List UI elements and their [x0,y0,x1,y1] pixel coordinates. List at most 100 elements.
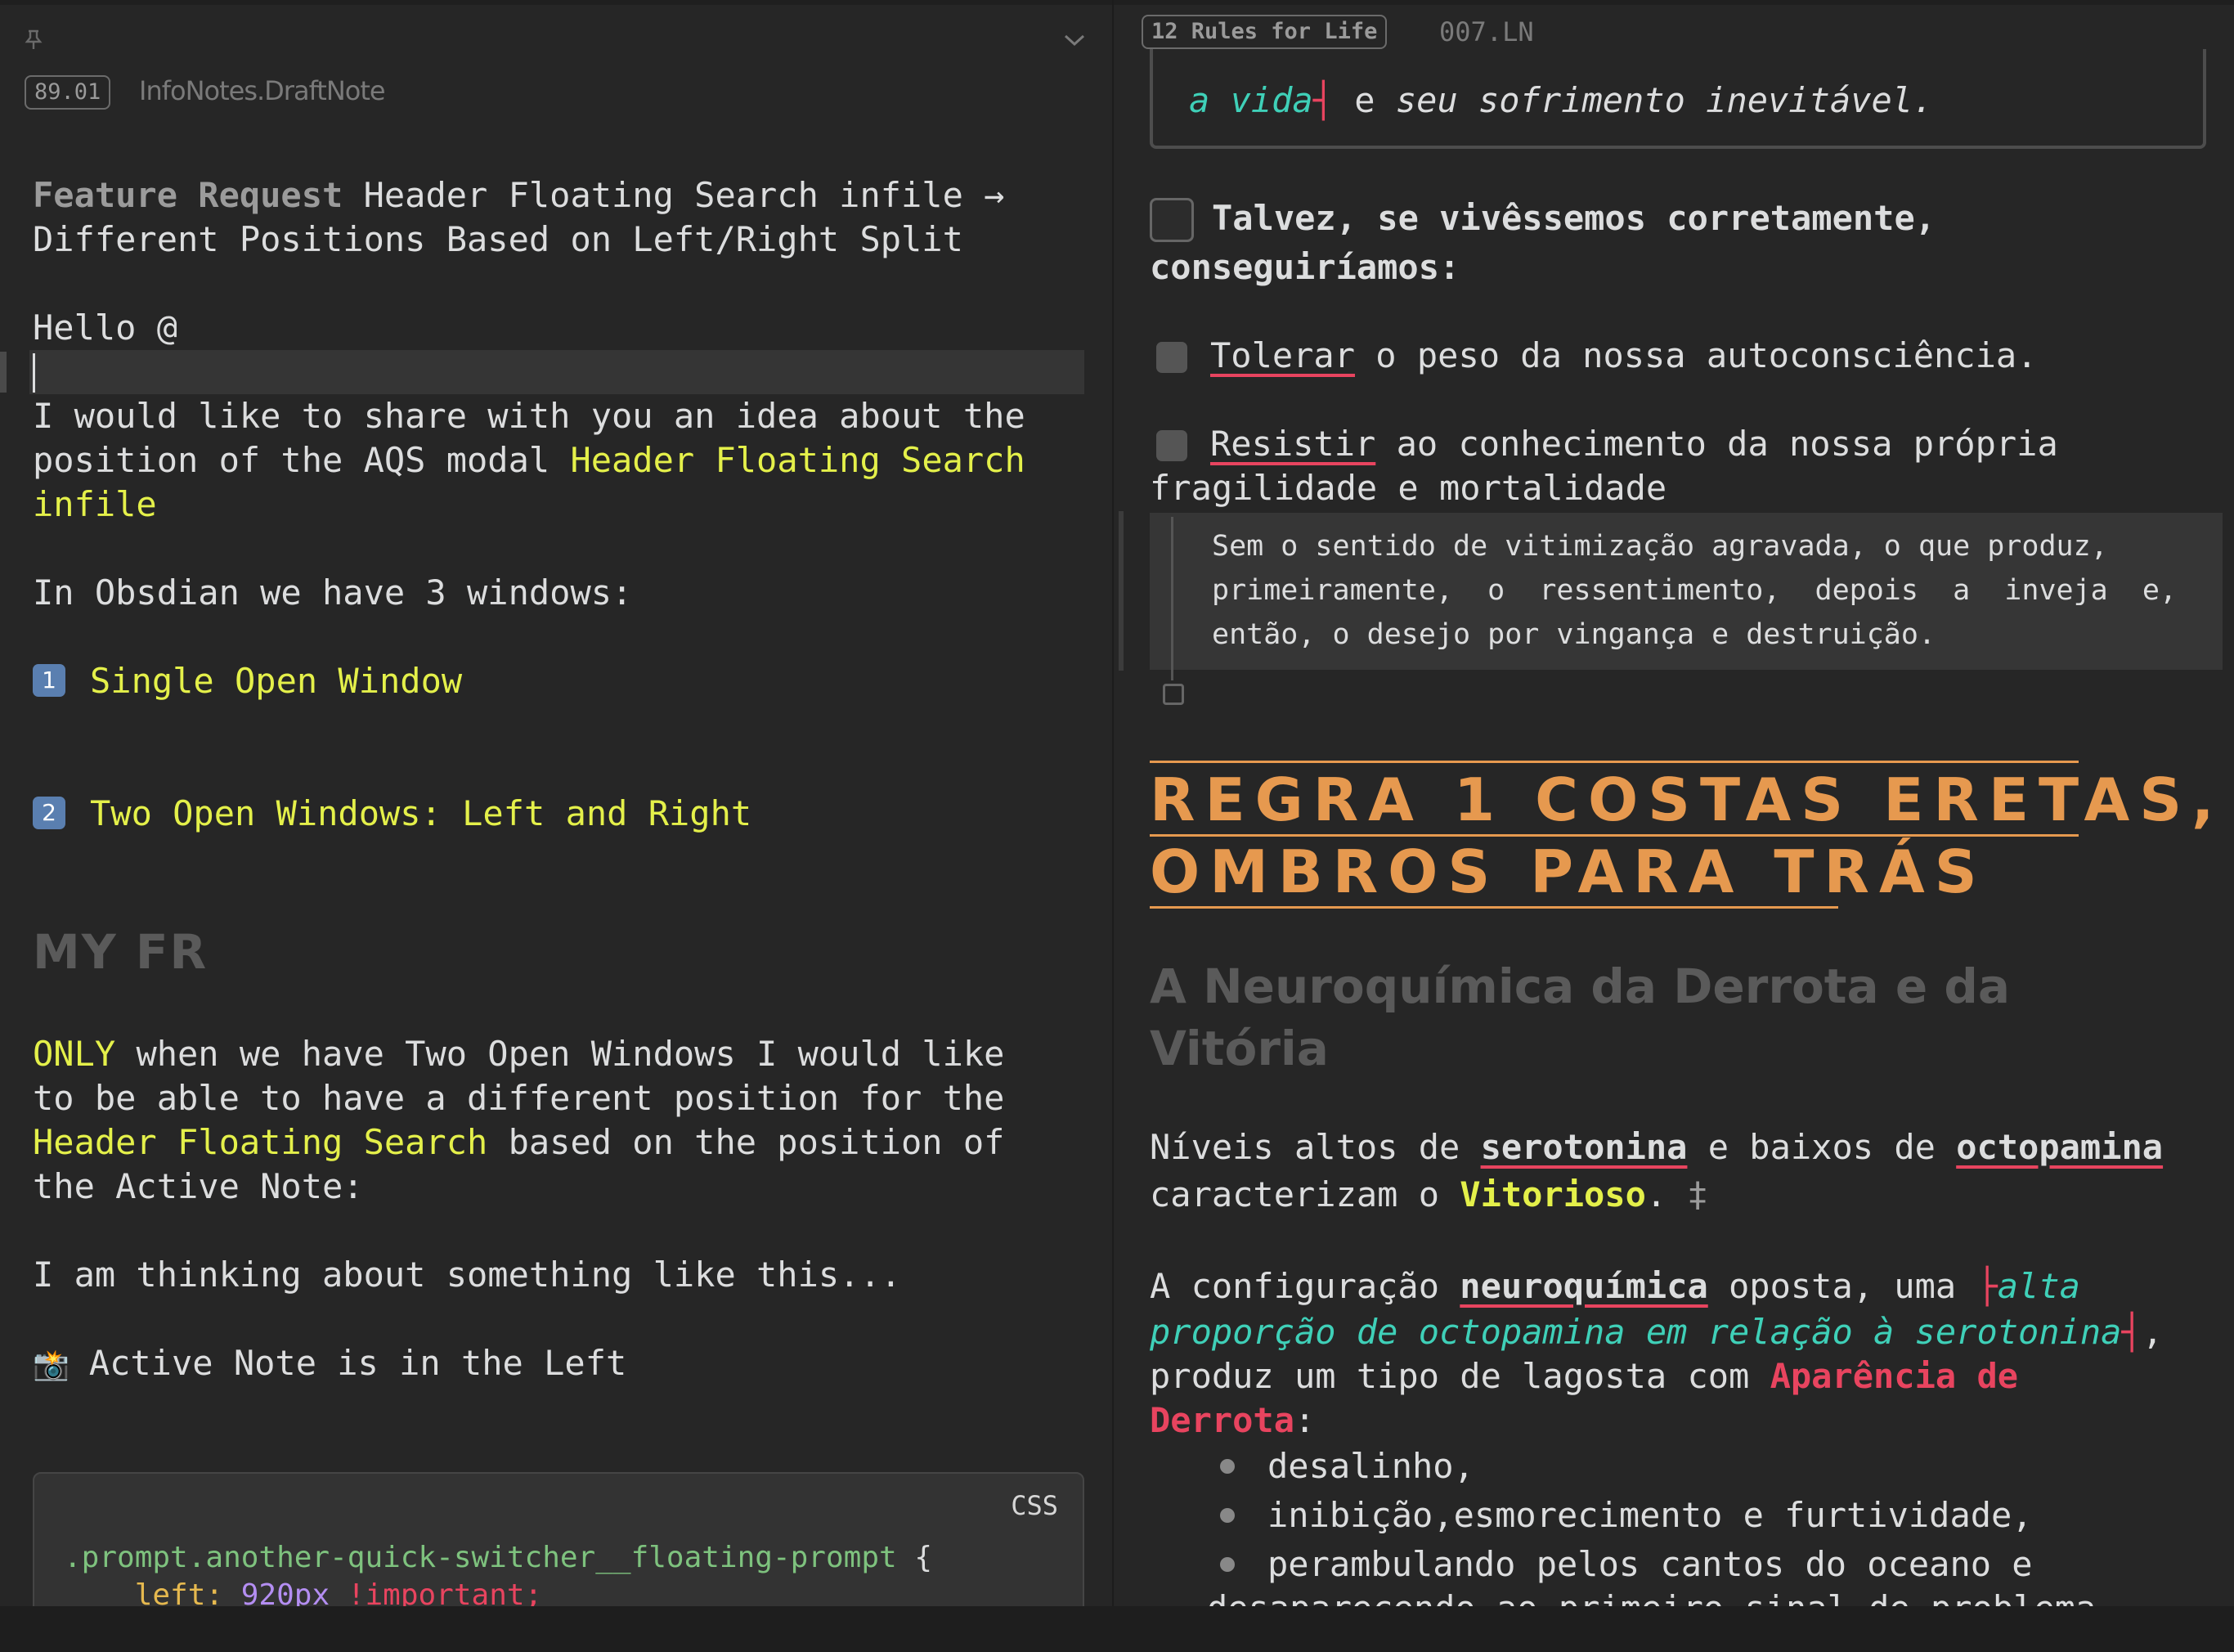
subtask-1: Tolerar o peso da nossa autoconsciência. [1210,334,2037,378]
subtask-2-text: ao conhecimento da nossa própria [1375,424,2058,464]
callout-gutter [1119,511,1124,671]
paragraph-config-line-1: A configuração neuroquímica oposta, uma … [1150,1264,2080,1309]
paragraph-1-line-3: infile [33,484,157,524]
only-highlight: ONLY [33,1034,116,1074]
task-line-2: conseguiríamos: [1150,247,1460,287]
callout-handle[interactable] [1163,684,1184,705]
footnote-mark-icon[interactable]: ‡ [1667,1174,1707,1214]
highlight-header-floating-search: Header Floating Search [33,1122,488,1162]
list-item: inibição,esmorecimento e furtividade, [1267,1495,2033,1535]
top-rule [0,0,1112,5]
paragraph-niveis-line-1: Níveis altos de serotonina e baixos de o… [1150,1125,2163,1169]
quote-line: a vida┤ e seu sofrimento inevitável. [1189,79,1933,123]
css-brace: { [896,1541,933,1574]
css-property: left: [64,1578,241,1606]
p-text: Níveis altos de [1150,1127,1481,1167]
quote-text: seu sofrimento inevitável. [1395,80,1934,120]
italic-teal: proporção de octopamina em relação à ser… [1150,1312,2122,1352]
subtask-checkbox[interactable] [1156,342,1187,373]
link-neuroquimica[interactable]: neuroquímica [1460,1266,1707,1306]
callout-connector [1171,517,1173,680]
camera-flash-icon: 📸 [33,1349,70,1382]
active-line-highlight [29,350,1084,394]
note-title: InfoNotes.DraftNote [139,75,386,106]
css-code-block[interactable]: CSS .prompt.another-quick-switcher__floa… [33,1472,1084,1606]
highlight-aparencia: Aparência de [1770,1356,2019,1396]
subtask-2: Resistir ao conhecimento da nossa própri… [1210,422,2058,466]
p-text: A configuração [1150,1266,1460,1306]
title-rest: Header Floating Search infile → [343,175,1005,215]
heading-rule [1150,834,2079,837]
active-note-line: 📸 Active Note is in the Left [33,1341,626,1388]
subtask-2-keyword: Resistir [1210,424,1376,464]
p-text: . [1645,1174,1667,1214]
mark-close-icon: ┤ [2121,1312,2142,1352]
callout-line-1: Sem o sentido de vitimização agravada, o… [1212,530,2108,563]
chevron-down-icon[interactable] [1063,33,1086,47]
list-item-label: Single Open Window [90,661,463,701]
keycap-1-icon: 1 [33,663,65,697]
quote-text-teal: a vida [1189,80,1313,120]
heading-neuroquimica-line-1: A Neuroquímica da Derrota e da [1150,958,2011,1014]
paragraph-2-line-3: Header Floating Search based on the posi… [33,1120,1004,1165]
task-checkbox[interactable] [1150,198,1194,242]
paragraph-config-line-2: proporção de octopamina em relação à ser… [1150,1310,2163,1354]
active-note-text: Active Note is in the Left [88,1343,627,1383]
p-text: : [1294,1400,1316,1440]
title-line-2: Different Positions Based on Left/Right … [33,219,963,259]
italic-teal: alta [1997,1266,2080,1306]
heading-regra-1-line-1: REGRA 1 COSTAS ERETAS, [1150,765,2224,834]
paragraph-config-line-3: produz um tipo de lagosta com Aparência … [1150,1354,2018,1398]
css-selector: .prompt.another-quick-switcher__floating… [64,1541,897,1574]
code-language-label[interactable]: CSS [1011,1490,1058,1521]
note-badge[interactable]: 12 Rules for Life [1142,15,1388,49]
mark-open-icon: ├ [1976,1266,1998,1306]
list-item: desalinho, [1267,1446,1474,1486]
p-text: caracterizam o [1150,1174,1460,1214]
link-serotonina[interactable]: serotonina [1481,1127,1688,1167]
pin-icon[interactable] [25,29,43,51]
p1-text: position of the AQS modal [33,440,571,480]
p-text: e baixos de [1687,1127,1957,1167]
active-line-gutter [0,352,7,393]
list-item: 1 Single Open Window [33,659,462,703]
css-important: !important; [330,1578,543,1606]
quote-text: e [1334,80,1396,120]
link-octopamina[interactable]: octopamina [1956,1127,2163,1167]
code-line-2: left: 920px !important; [64,1578,543,1606]
paragraph-config-line-4: Derrota: [1150,1398,1315,1443]
callout-line-2: primeiramente, o ressentimento, depois a… [1212,574,2178,607]
windows-intro: In Obsdian we have 3 windows: [33,572,633,613]
p-text: oposta, uma [1707,1266,1977,1306]
subtask-checkbox[interactable] [1156,430,1187,461]
note-badge[interactable]: 89.01 [25,75,111,110]
title-line-1: Feature Request Header Floating Search i… [33,173,1004,218]
heading-rule [1150,761,2079,763]
heading-neuroquimica-line-2: Vitória [1150,1021,1329,1076]
paragraph-niveis-line-2: caracterizam o Vitorioso. ‡ [1150,1173,1708,1217]
list-item: perambulando pelos cantos do oceano e [1267,1544,2033,1584]
text-cursor[interactable] [33,353,35,393]
subtask-2-line-2: fragilidade e mortalidade [1150,468,1667,508]
task-line-1: Talvez, se vivêssemos corretamente, [1212,198,1936,238]
subtask-1-text: o peso da nossa autoconsciência. [1355,335,2038,375]
paragraph-2-line-1: ONLY when we have Two Open Windows I wou… [33,1032,1004,1076]
top-rule [1114,0,2234,5]
quote-mark-icon: ┤ [1312,80,1335,120]
heading-regra-1-line-2: OMBROS PARA TRÁS [1150,837,1987,906]
callout-line-3: então, o desejo por vingança e destruiçã… [1212,618,1936,651]
p2-text: when we have Two Open Windows I would li… [115,1034,1005,1074]
feature-request-label: Feature Request [33,175,343,215]
left-editor-pane[interactable]: 89.01 InfoNotes.DraftNote Feature Reques… [0,0,1112,1606]
css-value: 920px [240,1578,330,1606]
paragraph-2-line-4: the Active Note: [33,1166,364,1206]
highlight-vitorioso: Vitorioso [1460,1174,1646,1214]
list-item: 2 Two Open Windows: Left and Right [33,792,751,836]
highlight-header-floating-search: Header Floating Search [570,440,1025,480]
keycap-2-icon: 2 [33,796,65,829]
p-text: , [2142,1312,2164,1352]
subtask-1-keyword: Tolerar [1210,335,1356,375]
bullet-dot [1220,1557,1235,1572]
code-line-1: .prompt.another-quick-switcher__floating… [64,1541,932,1574]
p-text: produz um tipo de lagosta com [1150,1356,1770,1396]
